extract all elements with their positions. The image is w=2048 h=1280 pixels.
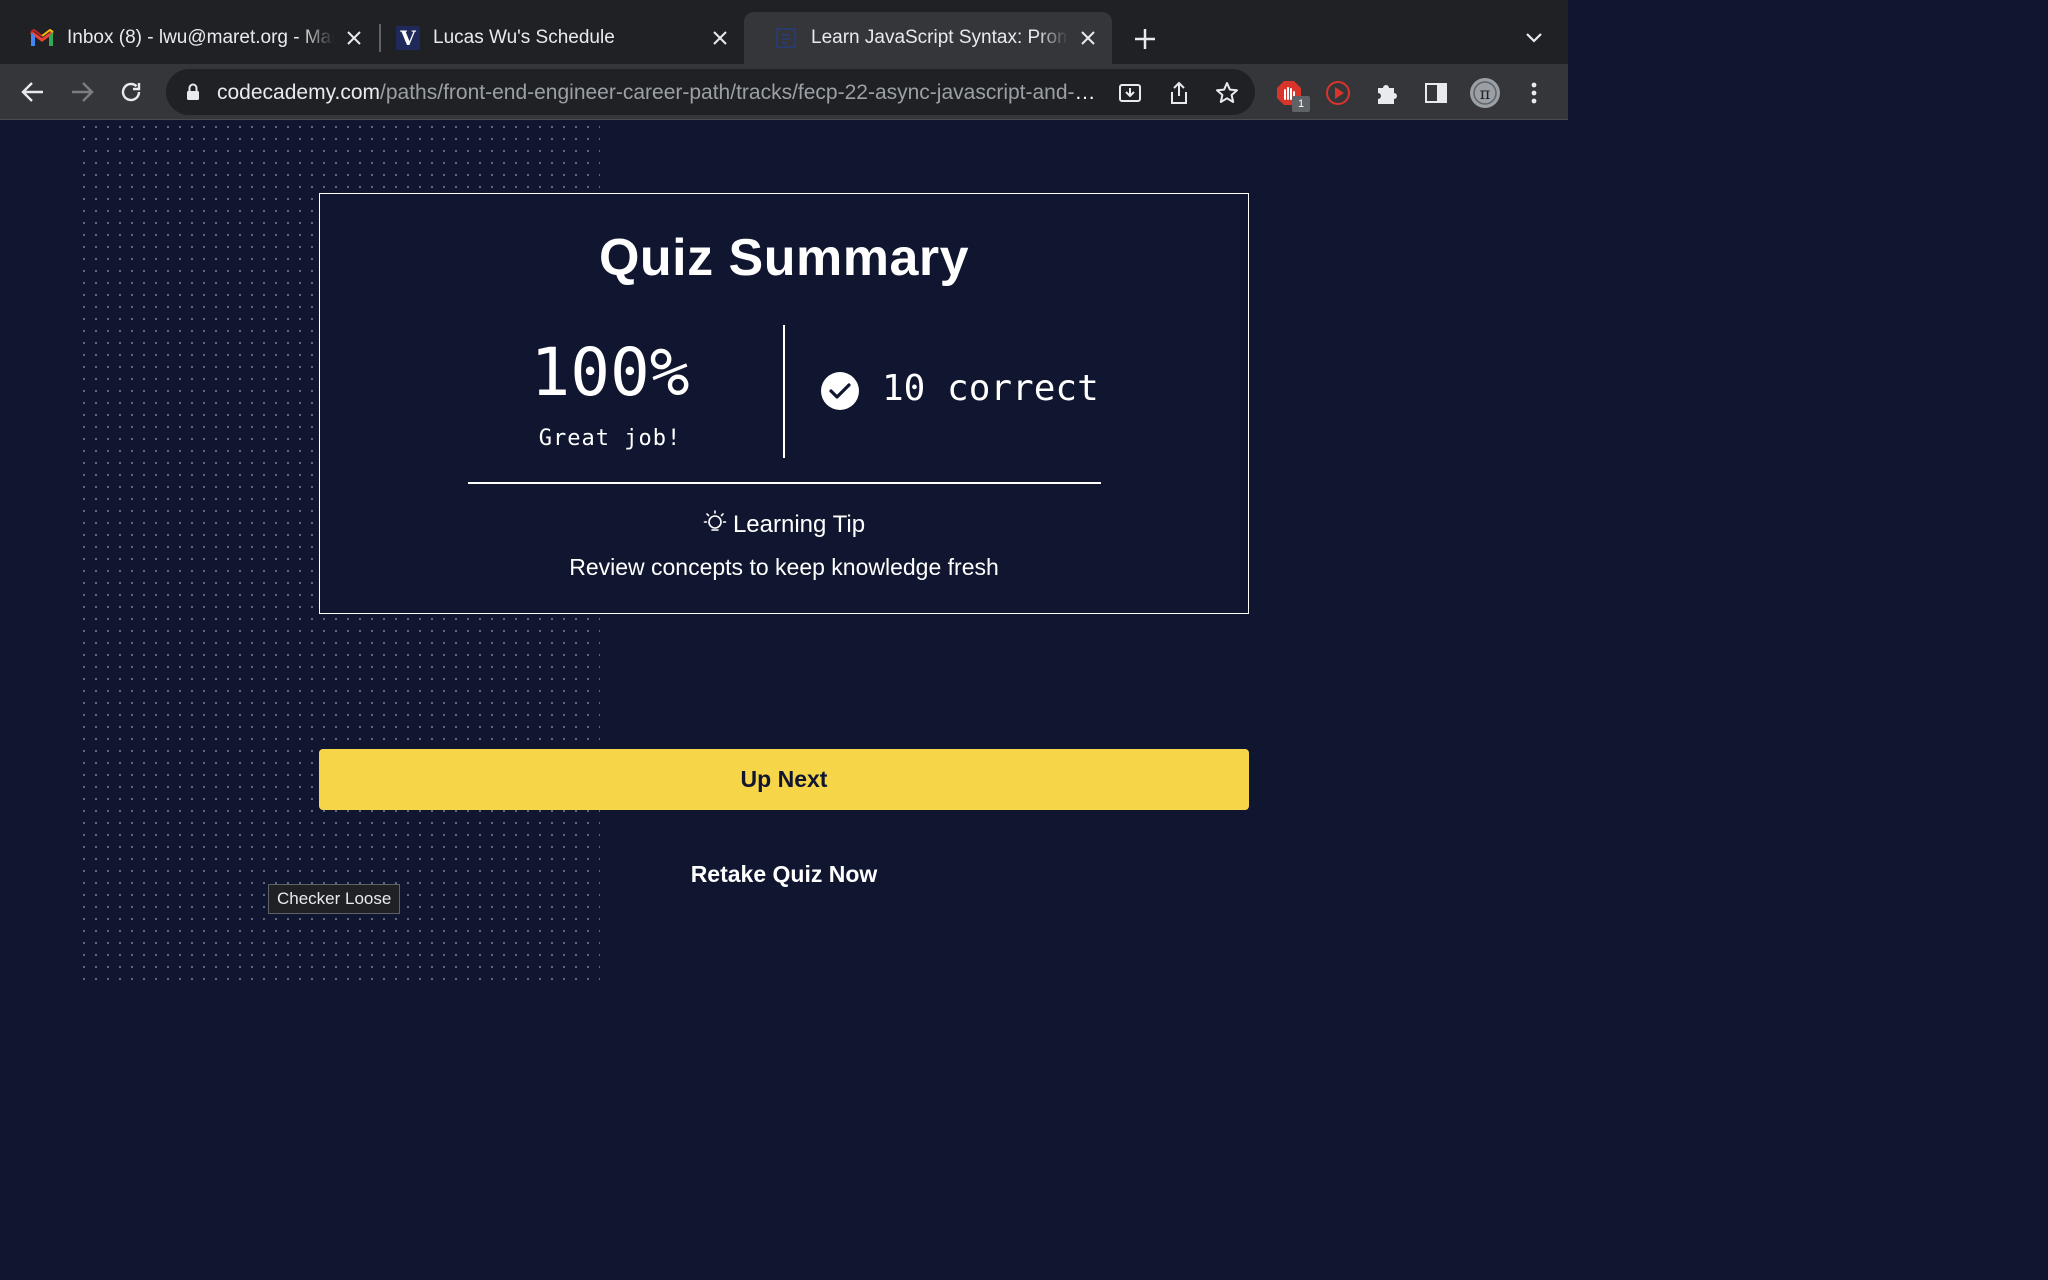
horizontal-divider — [468, 482, 1101, 484]
tab-strip: Inbox (8) - lwu@maret.org - Mail V Lucas… — [0, 0, 1568, 64]
close-tab-icon[interactable] — [342, 26, 366, 50]
v-logo-icon: V — [396, 26, 420, 50]
forward-arrow-icon[interactable] — [65, 75, 99, 109]
codecademy-icon — [774, 26, 798, 50]
tooltip: Checker Loose — [268, 884, 401, 914]
reload-icon[interactable] — [114, 75, 148, 109]
share-icon[interactable] — [1165, 79, 1193, 107]
profile-avatar[interactable]: π — [1469, 77, 1501, 109]
learning-tip-text: Review concepts to keep knowledge fresh — [569, 554, 999, 580]
close-tab-icon[interactable] — [708, 26, 732, 50]
url-host: codecademy.com — [217, 81, 381, 104]
learning-tip-label: Learning Tip — [732, 510, 866, 538]
tab-title: Lucas Wu's Schedule — [433, 27, 615, 48]
chevron-down-icon[interactable] — [1520, 24, 1548, 52]
score-percentage: 100% — [530, 334, 690, 411]
address-bar[interactable]: codecademy.com/paths/front-end-engineer-… — [166, 69, 1255, 115]
checkmark-circle-icon — [821, 372, 859, 410]
install-app-icon[interactable] — [1116, 79, 1144, 107]
url-path: /paths/front-end-engineer-career-path/tr… — [380, 81, 1097, 104]
play-circle-extension-icon[interactable] — [1322, 77, 1354, 109]
back-arrow-icon[interactable] — [16, 75, 50, 109]
extensions-puzzle-icon[interactable] — [1371, 77, 1403, 109]
tab-title: Inbox (8) - lwu@maret.org - Mail — [67, 27, 334, 48]
tab-title: Learn JavaScript Syntax: Promises — [811, 27, 1068, 48]
side-panel-icon[interactable] — [1420, 77, 1452, 109]
up-next-button[interactable]: Up Next — [319, 749, 1249, 810]
quiz-summary-card: Quiz Summary 100% Great job! 10 correct … — [319, 193, 1249, 614]
lightbulb-icon — [703, 509, 727, 540]
tab-schedule[interactable]: V Lucas Wu's Schedule — [366, 12, 744, 64]
score-message: Great job! — [538, 426, 682, 451]
more-menu-icon[interactable] — [1518, 77, 1550, 109]
tab-gmail[interactable]: Inbox (8) - lwu@maret.org - Mail — [0, 12, 378, 64]
retake-quiz-button[interactable]: Retake Quiz Now — [0, 861, 1568, 888]
bookmark-star-icon[interactable] — [1213, 79, 1241, 107]
tab-codecademy[interactable]: Learn JavaScript Syntax: Promises — [744, 12, 1112, 64]
url-text[interactable]: codecademy.com/paths/front-end-engineer-… — [217, 81, 1097, 105]
extension-count-badge: 1 — [1292, 96, 1310, 112]
new-tab-plus-icon[interactable] — [1130, 24, 1160, 54]
lock-icon[interactable] — [186, 83, 200, 106]
learning-tip-heading: Learning Tip — [320, 509, 1248, 540]
close-tab-icon[interactable] — [1076, 26, 1100, 50]
gmail-icon — [30, 26, 54, 50]
correct-count: 10 correct — [882, 368, 1099, 409]
svg-text:π: π — [1480, 84, 1491, 103]
page-title: Quiz Summary — [598, 229, 970, 287]
vertical-divider — [783, 325, 785, 458]
browser-toolbar: codecademy.com/paths/front-end-engineer-… — [0, 64, 1568, 120]
